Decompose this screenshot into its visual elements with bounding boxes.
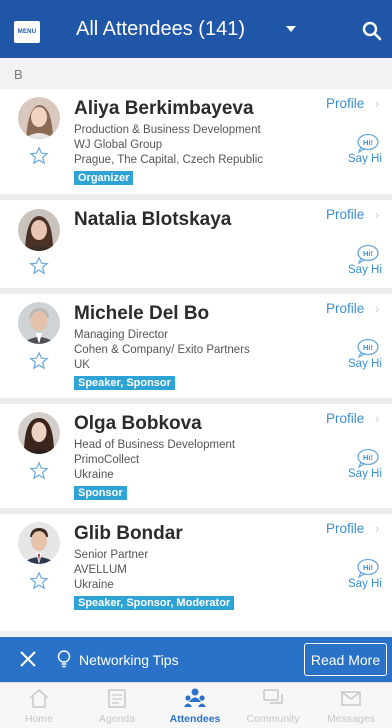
avatar[interactable] (18, 97, 60, 139)
attendee-info: Olga Bobkova Head of Business Developmen… (74, 413, 314, 501)
read-more-button[interactable]: Read More (304, 643, 387, 676)
avatar[interactable] (18, 412, 60, 454)
favorite-star-icon[interactable] (29, 571, 49, 591)
favorite-star-icon[interactable] (29, 351, 49, 371)
chevron-right-icon: › (375, 521, 380, 536)
attendee-location: Ukraine (74, 579, 114, 591)
role-badge: Speaker, Sponsor, Moderator (74, 596, 235, 610)
attendee-info: Natalia Blotskaya (74, 209, 314, 234)
search-icon[interactable] (362, 21, 382, 41)
avatar[interactable] (18, 209, 60, 251)
say-hi-icon[interactable]: Hi! (356, 338, 380, 358)
top-bar: MENU All Attendees (141) (0, 0, 392, 58)
tab-agenda[interactable]: Agenda (78, 683, 156, 728)
say-hi-icon[interactable]: Hi! (356, 558, 380, 578)
attendee-name: Aliya Berkimbayeva (74, 98, 254, 119)
attendee-row[interactable]: Glib Bondar Senior Partner AVELLUM Ukrai… (0, 514, 392, 631)
chevron-right-icon: › (375, 96, 380, 111)
attendee-location: Ukraine (74, 469, 114, 481)
attendee-title: Senior Partner (74, 549, 149, 561)
say-hi-icon[interactable]: Hi! (356, 244, 380, 264)
attendee-info: Glib Bondar Senior Partner AVELLUM Ukrai… (74, 523, 314, 611)
attendees-screen: MENU All Attendees (141) B Aliya Berkimb… (0, 0, 392, 728)
say-hi-badge-text: Hi! (363, 453, 373, 462)
say-hi-badge-text: Hi! (363, 343, 373, 352)
dropdown-caret-icon[interactable] (286, 26, 296, 32)
favorite-star-icon[interactable] (29, 146, 49, 166)
attendee-company: AVELLUM (74, 564, 127, 576)
attendee-row[interactable]: Olga Bobkova Head of Business Developmen… (0, 404, 392, 514)
networking-tips-label: Networking Tips (79, 652, 179, 668)
section-header: B (0, 58, 392, 89)
say-hi-button[interactable]: Say Hi (348, 358, 382, 370)
favorite-star-icon[interactable] (29, 256, 49, 276)
avatar[interactable] (18, 302, 60, 344)
attendee-row[interactable]: Aliya Berkimbayeva Production & Business… (0, 89, 392, 200)
say-hi-button[interactable]: Say Hi (348, 578, 382, 590)
profile-link[interactable]: Profile (326, 301, 364, 316)
favorite-star-icon[interactable] (29, 461, 49, 481)
attendee-company: Cohen & Company/ Exito Partners (74, 344, 250, 356)
say-hi-badge-text: Hi! (363, 138, 373, 147)
say-hi-button[interactable]: Say Hi (348, 153, 382, 165)
attendee-location: UK (74, 359, 90, 371)
say-hi-badge-text: Hi! (363, 249, 373, 258)
agenda-icon (108, 689, 126, 708)
say-hi-badge-text: Hi! (363, 563, 373, 572)
say-hi-icon[interactable]: Hi! (356, 133, 380, 153)
close-icon[interactable] (18, 649, 38, 669)
attendee-name: Glib Bondar (74, 523, 183, 544)
tab-label: Attendees (169, 713, 221, 725)
attendee-company: PrimoCollect (74, 454, 140, 466)
attendee-location: Prague, The Capital, Czech Republic (74, 154, 264, 166)
tab-label: Agenda (98, 713, 136, 725)
tab-attendees[interactable]: Attendees (156, 683, 234, 728)
role-badge: Organizer (74, 171, 134, 185)
attendee-row[interactable]: Natalia Blotskaya Profile › Hi! Say Hi (0, 200, 392, 294)
tab-messages[interactable]: Messages (312, 683, 390, 728)
attendees-icon (184, 688, 206, 707)
attendee-title: Head of Business Development (74, 439, 236, 451)
attendee-name: Olga Bobkova (74, 413, 202, 434)
attendee-name: Michele Del Bo (74, 303, 210, 324)
messages-icon (341, 691, 361, 706)
say-hi-button[interactable]: Say Hi (348, 468, 382, 480)
profile-link[interactable]: Profile (326, 411, 364, 426)
role-badge: Speaker, Sponsor (74, 376, 175, 390)
attendee-company: WJ Global Group (74, 139, 163, 151)
community-icon (263, 689, 283, 704)
tab-label: Home (24, 713, 53, 725)
profile-link[interactable]: Profile (326, 521, 364, 536)
chevron-right-icon: › (375, 411, 380, 426)
chevron-right-icon: › (375, 207, 380, 222)
attendee-row[interactable]: Michele Del Bo Managing Director Cohen &… (0, 294, 392, 404)
page-title[interactable]: All Attendees (141) (76, 18, 245, 41)
networking-tips-bar: Networking Tips Read More (0, 637, 392, 682)
tab-home[interactable]: Home (0, 683, 78, 728)
attendee-title: Production & Business Development (74, 124, 261, 136)
profile-link[interactable]: Profile (326, 96, 364, 111)
attendee-info: Michele Del Bo Managing Director Cohen &… (74, 303, 314, 391)
chevron-right-icon: › (375, 301, 380, 316)
lightbulb-icon (57, 650, 71, 668)
avatar[interactable] (18, 522, 60, 564)
tab-label: Community (246, 713, 300, 725)
bottom-tab-bar: Home Agenda Attendees Community Messages (0, 682, 392, 728)
tab-community[interactable]: Community (234, 683, 312, 728)
attendee-title: Managing Director (74, 329, 168, 341)
say-hi-button[interactable]: Say Hi (348, 264, 382, 276)
menu-button[interactable]: MENU (14, 21, 40, 43)
home-icon (29, 688, 49, 708)
role-badge: Sponsor (74, 486, 127, 500)
say-hi-icon[interactable]: Hi! (356, 448, 380, 468)
profile-link[interactable]: Profile (326, 207, 364, 222)
attendee-name: Natalia Blotskaya (74, 209, 232, 230)
tab-label: Messages (327, 713, 375, 725)
attendee-info: Aliya Berkimbayeva Production & Business… (74, 98, 314, 186)
